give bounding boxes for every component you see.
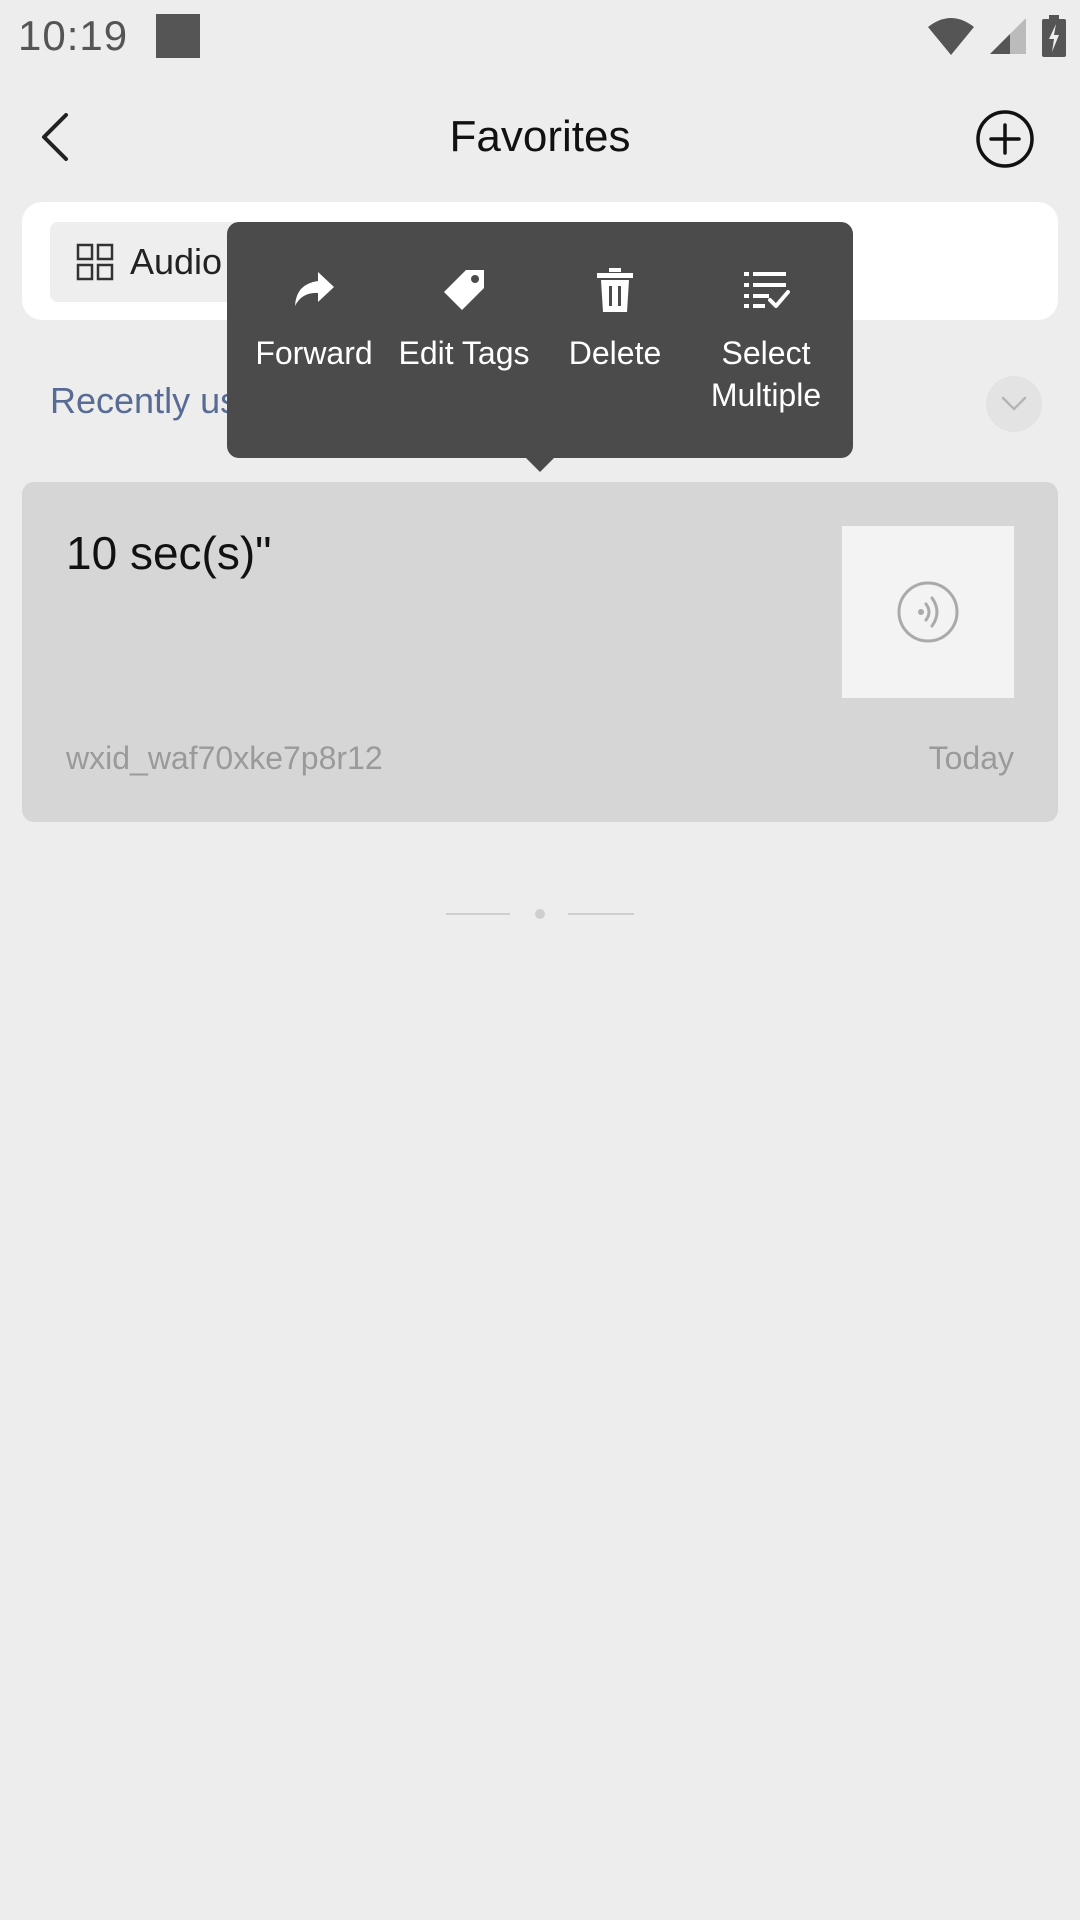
end-divider-dot — [535, 909, 545, 919]
favorite-date: Today — [928, 740, 1014, 776]
menu-item-delete-label: Delete — [568, 335, 662, 371]
favorite-source: wxid_waf70xke7p8r12 — [66, 740, 383, 776]
end-divider-right — [568, 913, 634, 915]
status-time: 10:19 — [18, 12, 129, 59]
voice-thumbnail — [842, 526, 1014, 698]
battery-icon — [1042, 15, 1066, 57]
menu-item-select-multiple-label: Select Multiple — [710, 335, 822, 413]
menu-item-select-multiple[interactable]: Select Multiple — [691, 222, 841, 458]
select-multiple-icon — [744, 272, 790, 308]
menu-item-forward[interactable]: Forward — [239, 222, 389, 458]
trash-icon — [597, 268, 633, 312]
plus-circle-icon — [976, 110, 1034, 168]
favorite-duration: 10 sec(s)" — [66, 527, 272, 579]
menu-item-delete[interactable]: Delete — [540, 222, 690, 458]
filter-chip-label: Audio — [130, 241, 223, 282]
notification-icon — [156, 14, 200, 58]
grid-icon — [76, 243, 114, 281]
tag-icon — [444, 270, 484, 310]
menu-item-edit-tags-label: Edit Tags — [398, 335, 530, 371]
chevron-down-icon — [1001, 396, 1027, 411]
voice-icon — [897, 581, 959, 643]
wifi-icon — [928, 18, 974, 55]
expand-button[interactable] — [986, 376, 1042, 432]
add-favorite-button[interactable] — [974, 108, 1036, 170]
forward-icon — [295, 272, 334, 306]
page-title: Favorites — [449, 112, 631, 161]
menu-item-edit-tags[interactable]: Edit Tags — [389, 222, 539, 458]
status-icons — [928, 14, 1066, 58]
context-menu-arrow — [524, 456, 556, 472]
menu-item-forward-label: Forward — [255, 335, 373, 371]
end-divider-left — [446, 913, 510, 915]
cellular-signal-icon — [990, 18, 1026, 54]
